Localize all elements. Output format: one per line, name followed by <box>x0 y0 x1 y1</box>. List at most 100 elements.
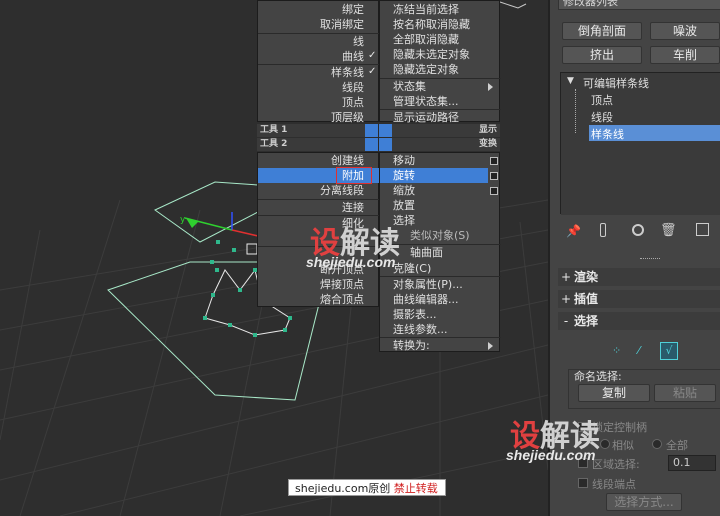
rollout-title: 插值 <box>574 292 599 306</box>
menu-item-unhide-all[interactable]: 全部取消隐藏 <box>393 32 501 47</box>
menu-item-scale[interactable]: 缩放 <box>393 183 493 198</box>
quad-top-left: 绑定 取消绑定 线 曲线 ✓ 样条线 ✓ 线段 顶点 顶层级 <box>257 0 380 125</box>
quad-top-right: 冻结当前选择 按名称取消隐藏 全部取消隐藏 隐藏未选定对象 隐藏选定对象 状态集… <box>379 0 501 125</box>
quad-center-cross[interactable] <box>365 124 392 151</box>
modifier-button-extrude[interactable]: 挤出 <box>562 46 642 64</box>
menu-item-axis-surface[interactable]: 轴曲面 <box>410 245 500 260</box>
rollout-rendering[interactable]: + 渲染 <box>558 268 720 286</box>
remove-modifier-icon[interactable]: 🗑 <box>660 223 677 238</box>
rollout-toggle-icon: + <box>560 270 572 284</box>
menu-item-detach-segment[interactable]: 分离线段 <box>258 183 364 198</box>
named-selection-label: 命名选择: <box>574 370 622 383</box>
spline-check-icon: ✓ <box>368 66 377 77</box>
configure-sets-icon[interactable] <box>696 223 709 236</box>
menu-item-state-sets[interactable]: 状态集 <box>393 79 501 94</box>
stack-subitem-vertex[interactable]: 顶点 <box>591 92 613 108</box>
menu-item-hide-selection[interactable]: 隐藏选定对象 <box>393 62 501 77</box>
menu-item-segment[interactable]: 线段 <box>258 80 364 95</box>
alike-radio[interactable] <box>600 439 610 449</box>
select-by-button[interactable]: 选择方式... <box>606 493 682 511</box>
menu-item-convert-to[interactable]: 转换为: <box>393 338 493 353</box>
modifier-list-dropdown[interactable]: 修改器列表 <box>558 0 720 10</box>
modifier-button-noise[interactable]: 噪波 <box>650 22 720 40</box>
menu-item-unbind[interactable]: 取消绑定 <box>258 17 364 32</box>
menu-item-hide-unselected[interactable]: 隐藏未选定对象 <box>393 47 501 62</box>
svg-text:y: y <box>180 215 186 225</box>
quad-title-transform: 变换 <box>392 138 500 151</box>
submenu-arrow-icon <box>488 342 493 350</box>
menu-item-freeze-selection[interactable]: 冻结当前选择 <box>393 2 501 17</box>
menu-item-line[interactable]: 线 <box>258 34 364 49</box>
menu-item-object-properties[interactable]: 对象属性(P)... <box>393 277 501 292</box>
quad-title-tools2: 工具 2 <box>257 138 365 151</box>
stack-subitem-segment[interactable]: 线段 <box>591 109 613 125</box>
menu-item-weld-vertex[interactable]: 焊接顶点 <box>258 277 364 292</box>
all-radio[interactable] <box>652 439 662 449</box>
area-selection-spinner[interactable]: 0.1 <box>668 455 716 471</box>
menu-item-select[interactable]: 选择 <box>393 213 493 228</box>
menu-item-unhide-by-name[interactable]: 按名称取消隐藏 <box>393 17 501 32</box>
menu-item-wire-parameters[interactable]: 连线参数... <box>393 322 501 337</box>
make-unique-icon[interactable] <box>632 224 644 236</box>
paste-button[interactable]: 粘贴 <box>654 384 716 402</box>
watermark-url-corner: shejiedu.com <box>506 447 596 463</box>
menu-item-create-line[interactable]: 创建线 <box>258 153 364 168</box>
rollout-toggle-icon: + <box>560 292 572 306</box>
credit-note: 禁止转载 <box>393 482 438 495</box>
scale-settings-icon[interactable] <box>490 187 498 195</box>
modifier-button-bevel-profile[interactable]: 倒角剖面 <box>562 22 642 40</box>
menu-item-vertex[interactable]: 顶点 <box>258 95 364 110</box>
quad-title-tools1: 工具 1 <box>257 124 365 137</box>
submenu-arrow-icon <box>488 83 493 91</box>
menu-item-clone[interactable]: 克隆(C) <box>393 261 493 276</box>
rollout-title: 选择 <box>574 314 599 328</box>
menu-item-curve-editor[interactable]: 曲线编辑器... <box>393 292 501 307</box>
menu-item-spline[interactable]: 样条线 <box>258 65 364 80</box>
watermark-url-center: shejiedu.com <box>306 254 396 270</box>
stack-expand-icon[interactable]: ▼ <box>567 76 574 86</box>
alike-label: 相似 <box>612 439 634 452</box>
subobject-buttons: ⁘ ⁄ √ <box>608 342 688 362</box>
all-label: 全部 <box>666 439 688 452</box>
rollout-toggle-icon: - <box>563 314 569 328</box>
stack-subitem-spline[interactable]: 样条线 <box>591 126 624 142</box>
menu-item-top-level[interactable]: 顶层级 <box>258 110 364 125</box>
curve-check-icon: ✓ <box>368 50 377 61</box>
segment-end-checkbox[interactable] <box>578 478 588 488</box>
stack-toolbar: 📌 🗑 <box>560 222 720 242</box>
credit-banner: shejiedu.com原创 禁止转载 <box>288 479 446 496</box>
menu-item-rotate[interactable]: 旋转 <box>380 168 488 183</box>
menu-item-bind[interactable]: 绑定 <box>258 2 364 17</box>
rollout-selection[interactable]: - 选择 <box>558 312 720 330</box>
lock-handles-label: 锁定控制柄 <box>592 421 647 434</box>
menu-item-dope-sheet[interactable]: 摄影表... <box>393 307 501 322</box>
spline-mode-icon[interactable]: √ <box>660 342 678 360</box>
rotate-settings-icon[interactable] <box>490 172 498 180</box>
pin-icon[interactable]: 📌 <box>566 224 581 238</box>
move-settings-icon[interactable] <box>490 157 498 165</box>
menu-item-fuse-vertex[interactable]: 熔合顶点 <box>258 292 364 307</box>
credit-site: shejiedu.com原创 <box>295 482 391 495</box>
area-selection-label: 区域选择: <box>592 458 640 471</box>
menu-item-curve[interactable]: 曲线 <box>258 49 364 64</box>
vertex-mode-icon[interactable]: ⁘ <box>612 344 621 357</box>
modifier-button-lathe[interactable]: 车削 <box>650 46 720 64</box>
stack-tree-line <box>575 89 576 133</box>
menu-item-show-motion-path[interactable]: 显示运动路径 <box>393 110 501 125</box>
menu-item-manage-state-sets[interactable]: 管理状态集... <box>393 94 501 109</box>
rollout-interpolation[interactable]: + 插值 <box>558 290 720 308</box>
menu-item-connect[interactable]: 连接 <box>258 200 364 215</box>
viewcube-fragment <box>499 1 527 9</box>
segment-mode-icon[interactable]: ⁄ <box>638 344 640 357</box>
stack-item-editable-spline[interactable]: 可编辑样条线 <box>583 75 649 91</box>
menu-item-select-similar[interactable]: 类似对象(S) <box>410 228 500 243</box>
quad-title-display: 显示 <box>392 124 500 137</box>
attach-highlight-box <box>336 167 372 184</box>
copy-button[interactable]: 复制 <box>578 384 650 402</box>
rollout-title: 渲染 <box>574 270 599 284</box>
menu-item-place[interactable]: 放置 <box>393 198 493 213</box>
show-end-result-icon[interactable] <box>600 223 606 237</box>
menu-item-move[interactable]: 移动 <box>393 153 493 168</box>
modifier-stack: ▼ 可编辑样条线 顶点 线段 样条线 <box>560 72 720 215</box>
rollout-divider <box>640 258 660 260</box>
